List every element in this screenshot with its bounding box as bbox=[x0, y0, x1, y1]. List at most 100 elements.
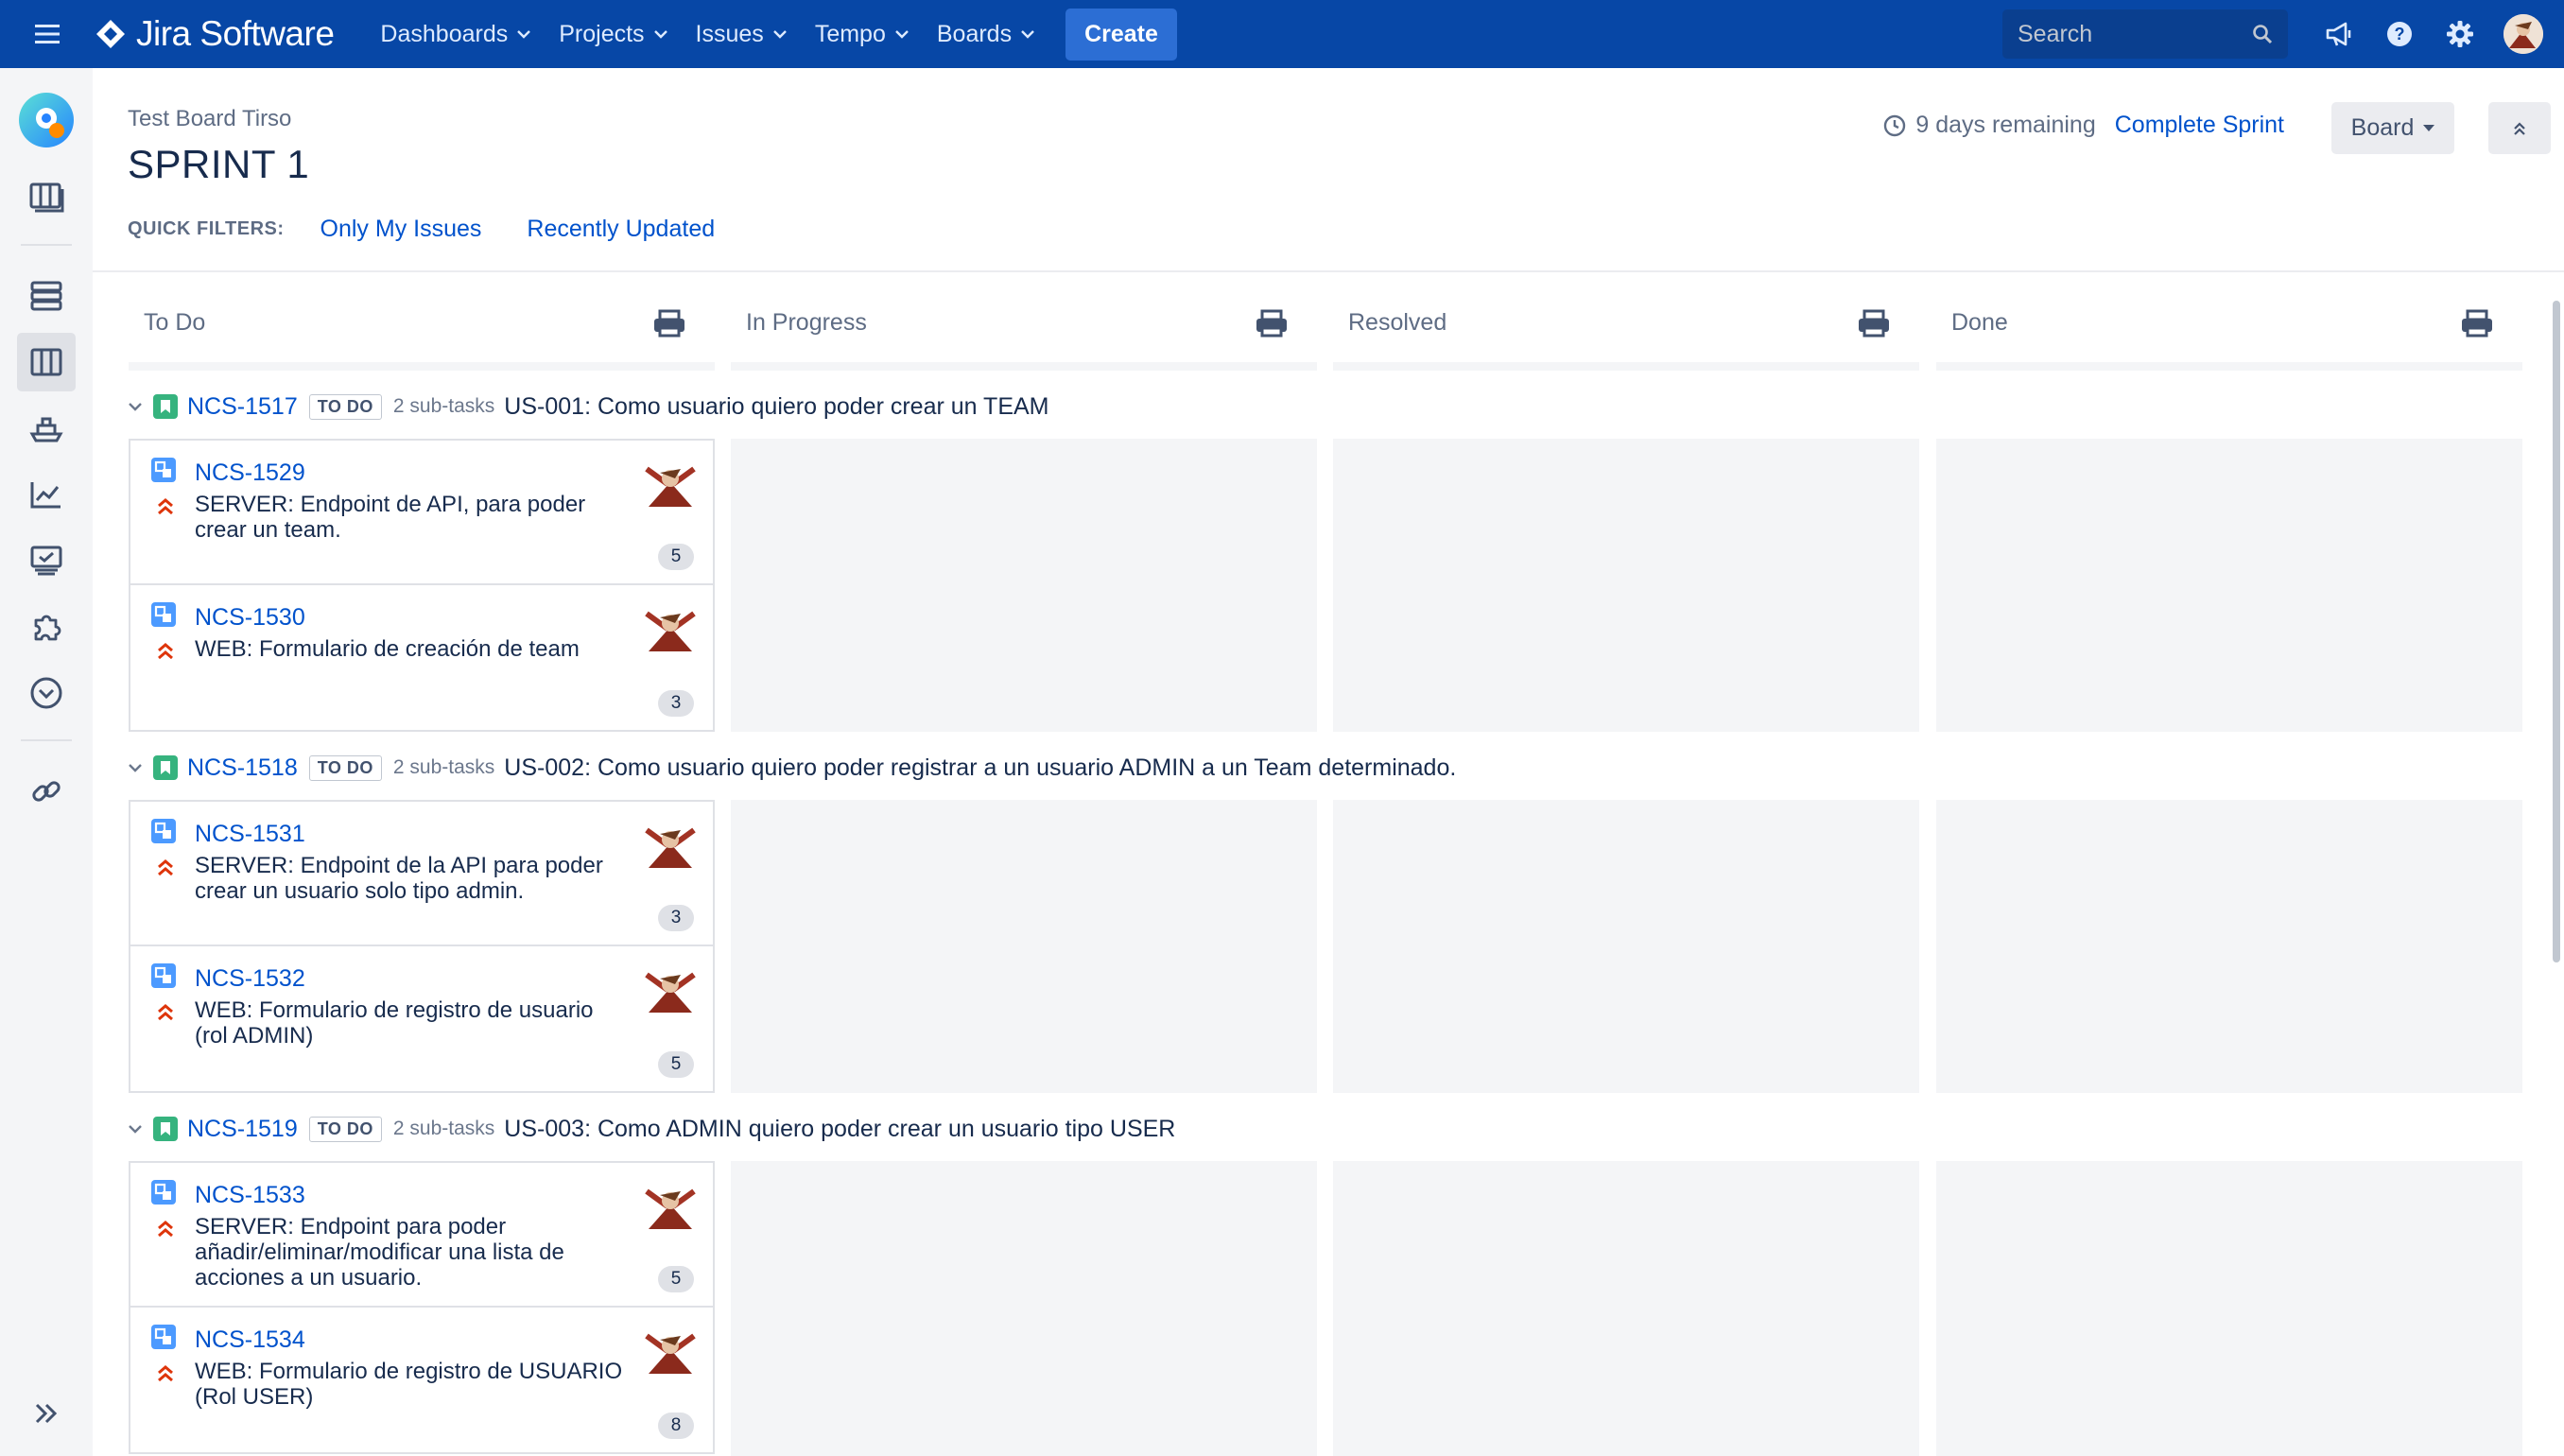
issue-summary: WEB: Formulario de registro de usuario (… bbox=[195, 997, 594, 1049]
issue-key-link[interactable]: NCS-1529 bbox=[195, 459, 305, 487]
active-sprint-board-icon[interactable] bbox=[17, 333, 76, 391]
chevron-down-icon[interactable] bbox=[129, 763, 146, 772]
help-icon[interactable]: ? bbox=[2369, 0, 2430, 68]
priority-highest-icon bbox=[158, 1221, 173, 1238]
assignee-avatar[interactable] bbox=[643, 458, 698, 512]
swimlane-cell-in-progress bbox=[731, 1161, 1317, 1456]
releases-ship-icon[interactable] bbox=[17, 399, 76, 458]
top-navigation: Jira Software Dashboards Projects Issues… bbox=[0, 0, 2564, 68]
sprint-info: 9 days remaining Complete Sprint bbox=[1883, 112, 2284, 139]
print-icon[interactable] bbox=[1857, 309, 1891, 338]
issue-card[interactable]: NCS-1531 SERVER: Endpoint de la API para… bbox=[129, 800, 715, 946]
swimlane-cell-in-progress bbox=[731, 439, 1317, 732]
issues-monitor-icon[interactable] bbox=[17, 531, 76, 590]
complete-sprint-link[interactable]: Complete Sprint bbox=[2115, 112, 2284, 139]
assignee-avatar[interactable] bbox=[643, 602, 698, 657]
settings-gear-icon[interactable] bbox=[2430, 0, 2490, 68]
sidebar-divider bbox=[21, 739, 72, 741]
story-points-badge: 5 bbox=[658, 1266, 694, 1292]
chevron-down-icon[interactable] bbox=[129, 1124, 146, 1134]
issue-key-link[interactable]: NCS-1530 bbox=[195, 604, 305, 632]
issue-key-link[interactable]: NCS-1531 bbox=[195, 821, 305, 848]
create-button[interactable]: Create bbox=[1065, 8, 1177, 61]
column-header-resolved: Resolved bbox=[1333, 284, 1919, 371]
priority-highest-icon bbox=[158, 1365, 173, 1382]
board-scrollbar[interactable] bbox=[2553, 301, 2560, 962]
days-remaining: 9 days remaining bbox=[1915, 112, 2096, 138]
caret-down-icon bbox=[2423, 124, 2435, 131]
swimlane-header[interactable]: NCS-1517 TO DO 2 sub-tasks US-001: Como … bbox=[129, 388, 1049, 425]
project-avatar[interactable] bbox=[19, 93, 74, 147]
column-header-in-progress: In Progress bbox=[731, 284, 1317, 371]
assignee-avatar[interactable] bbox=[643, 963, 698, 1018]
swimlane-header[interactable]: NCS-1519 TO DO 2 sub-tasks US-003: Como … bbox=[129, 1110, 1175, 1148]
status-badge: TO DO bbox=[308, 1116, 382, 1142]
subtask-count: 2 sub-tasks bbox=[392, 395, 495, 417]
status-badge: TO DO bbox=[308, 393, 382, 420]
story-summary: US-003: Como ADMIN quiero poder crear un… bbox=[504, 1115, 1176, 1142]
swimlane-cell-done bbox=[1936, 1161, 2522, 1456]
swimlane-header[interactable]: NCS-1518 TO DO 2 sub-tasks US-002: Como … bbox=[129, 749, 1456, 787]
story-icon bbox=[153, 394, 178, 419]
story-key-link[interactable]: NCS-1519 bbox=[187, 1116, 298, 1143]
story-points-badge: 8 bbox=[658, 1413, 694, 1439]
issue-card[interactable]: NCS-1530 WEB: Formulario de creación de … bbox=[129, 585, 715, 732]
story-icon bbox=[153, 755, 178, 780]
filter-only-my-issues[interactable]: Only My Issues bbox=[320, 216, 482, 243]
print-icon[interactable] bbox=[2460, 309, 2494, 338]
swimlane-cell-done bbox=[1936, 800, 2522, 1093]
board-menu-button[interactable]: Board bbox=[2331, 102, 2454, 154]
issue-key-link[interactable]: NCS-1532 bbox=[195, 965, 305, 993]
notifications-megaphone-icon[interactable] bbox=[2309, 0, 2369, 68]
chevron-down-icon[interactable] bbox=[129, 402, 146, 411]
issue-card[interactable]: NCS-1534 WEB: Formulario de registro de … bbox=[129, 1308, 715, 1454]
subtask-icon bbox=[151, 1180, 176, 1205]
sidebar-divider bbox=[21, 244, 72, 246]
chevron-double-up-icon bbox=[2514, 121, 2525, 135]
project-link-icon[interactable] bbox=[17, 762, 76, 821]
priority-highest-icon bbox=[158, 1004, 173, 1021]
issue-key-link[interactable]: NCS-1533 bbox=[195, 1182, 305, 1209]
boards-switch-icon[interactable] bbox=[17, 168, 76, 227]
reports-chart-icon[interactable] bbox=[17, 465, 76, 524]
backlog-icon[interactable] bbox=[17, 267, 76, 325]
project-sidebar bbox=[0, 68, 93, 1456]
story-key-link[interactable]: NCS-1517 bbox=[187, 393, 298, 421]
issue-card[interactable]: NCS-1533 SERVER: Endpoint para poder aña… bbox=[129, 1161, 715, 1308]
issue-key-link[interactable]: NCS-1534 bbox=[195, 1326, 305, 1354]
nav-boards[interactable]: Boards bbox=[923, 0, 1048, 68]
clock-icon bbox=[1884, 114, 1906, 136]
jira-logo-icon bbox=[96, 20, 125, 48]
nav-boards-label: Boards bbox=[936, 20, 1013, 47]
story-points-badge: 3 bbox=[658, 905, 694, 931]
jira-logo[interactable]: Jira Software bbox=[95, 14, 335, 54]
breadcrumb-board-name[interactable]: Test Board Tirso bbox=[128, 106, 291, 132]
story-key-link[interactable]: NCS-1518 bbox=[187, 754, 298, 782]
nav-projects-label: Projects bbox=[559, 20, 645, 47]
issue-card[interactable]: NCS-1532 WEB: Formulario de registro de … bbox=[129, 946, 715, 1093]
nav-issues[interactable]: Issues bbox=[682, 0, 801, 68]
print-icon[interactable] bbox=[1255, 309, 1289, 338]
board-menu-label: Board bbox=[2350, 114, 2415, 141]
add-ons-puzzle-icon[interactable] bbox=[17, 598, 76, 656]
assignee-avatar[interactable] bbox=[643, 1325, 698, 1379]
assignee-avatar[interactable] bbox=[643, 819, 698, 874]
collapse-header-button[interactable] bbox=[2488, 102, 2551, 154]
app-switcher-icon[interactable] bbox=[0, 0, 95, 68]
search-input[interactable]: Search bbox=[2002, 9, 2288, 59]
user-avatar[interactable] bbox=[2503, 14, 2543, 54]
nav-projects[interactable]: Projects bbox=[545, 0, 681, 68]
nav-dashboards[interactable]: Dashboards bbox=[366, 0, 545, 68]
filter-recently-updated[interactable]: Recently Updated bbox=[527, 216, 715, 243]
timer-clock-icon[interactable] bbox=[17, 664, 76, 722]
nav-tempo[interactable]: Tempo bbox=[801, 0, 923, 68]
priority-highest-icon bbox=[158, 859, 173, 876]
app-name: Jira Software bbox=[136, 14, 335, 53]
column-title: Resolved bbox=[1348, 309, 1447, 336]
expand-sidebar-icon[interactable] bbox=[17, 1384, 76, 1443]
issue-card[interactable]: NCS-1529 SERVER: Endpoint de API, para p… bbox=[129, 439, 715, 585]
search-icon bbox=[2253, 25, 2273, 44]
search-placeholder: Search bbox=[2018, 20, 2093, 47]
print-icon[interactable] bbox=[652, 309, 686, 338]
assignee-avatar[interactable] bbox=[643, 1180, 698, 1235]
